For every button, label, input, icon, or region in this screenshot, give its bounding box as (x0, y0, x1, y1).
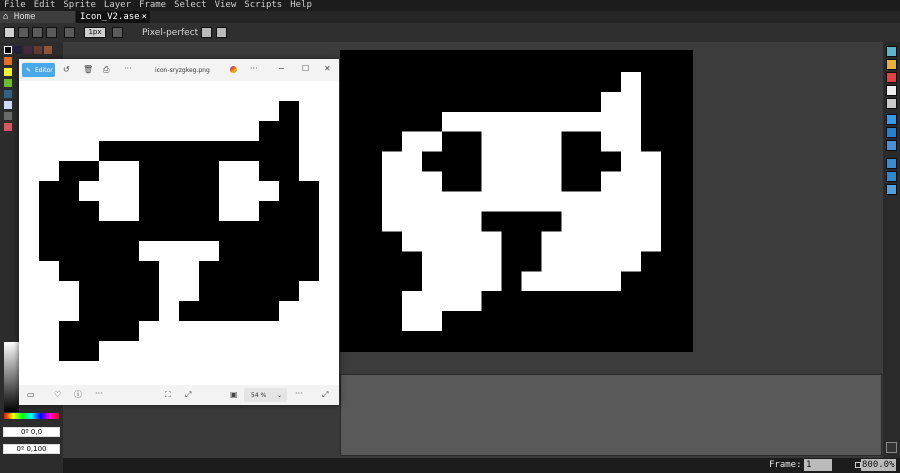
actual-size-icon[interactable]: ⤢ (185, 390, 191, 400)
contour-tool-icon[interactable] (886, 171, 897, 182)
bottom-more-icon[interactable]: ··· (95, 389, 103, 399)
print-icon[interactable]: ⎙ (103, 65, 109, 75)
palette-swatch[interactable] (44, 46, 52, 54)
eyedropper-tool-icon[interactable] (886, 85, 897, 96)
zoom-dropdown[interactable]: 54 % ⌄ (244, 388, 287, 402)
brush-size-field[interactable]: 1px (84, 27, 106, 38)
close-icon[interactable]: × (142, 11, 147, 23)
hue-slider[interactable] (4, 413, 59, 419)
maximize-icon[interactable]: ☐ (302, 64, 309, 74)
home-icon: ⌂ (3, 12, 9, 22)
tab-icon-v2-label: Icon_V2.ase (80, 12, 140, 22)
palette-swatch[interactable] (4, 57, 12, 65)
symmetry-button[interactable] (201, 27, 212, 38)
tab-home[interactable]: ⌂ Home (0, 11, 75, 23)
bucket-tool-icon[interactable] (886, 127, 897, 138)
menu-frame[interactable]: Frame (135, 0, 170, 11)
rect-marquee-tool-icon[interactable] (886, 46, 897, 57)
brush-plus-button[interactable] (18, 27, 29, 38)
menu-edit[interactable]: Edit (30, 0, 60, 11)
rotate-icon[interactable]: ↺ (63, 65, 70, 75)
sprite-canvas[interactable] (362, 52, 681, 351)
viewer-titlebar: ✎ Editor ↺ 🗑 ⎙ ··· icon-sryzgkeg.png ···… (19, 59, 339, 81)
eraser-tool-icon[interactable] (886, 72, 897, 83)
tab-icon-v2[interactable]: Icon_V2.ase × (76, 11, 150, 23)
palette-swatch[interactable] (4, 68, 12, 76)
palette-swatch[interactable] (4, 90, 12, 98)
blur-tool-icon[interactable] (886, 184, 897, 195)
zoom-field[interactable]: 800.0% (861, 459, 896, 471)
timeline-toggle-icon[interactable] (886, 442, 897, 453)
fg-color-field[interactable]: 0º 0,0 (3, 427, 60, 437)
zoom-tool-icon[interactable] (886, 98, 897, 109)
tools-panel (883, 42, 900, 473)
color-value-slider[interactable] (4, 342, 19, 412)
viewer-bottombar: ▭ ♡ ⓘ ··· ⛶ ⤢ ▣ 54 % ⌄ ··· ⤢ (19, 385, 339, 405)
rectangle-tool-icon[interactable] (886, 158, 897, 169)
minimize-icon[interactable]: − (278, 64, 285, 74)
fit-icon[interactable]: ⛶ (165, 390, 171, 400)
menu-sprite[interactable]: Sprite (59, 0, 100, 11)
menu-bar: File Edit Sprite Layer Frame Select View… (0, 0, 900, 11)
context-toolbar: 1px (0, 23, 900, 58)
menu-scripts[interactable]: Scripts (240, 0, 286, 11)
brush-square-button[interactable] (32, 27, 43, 38)
chevron-down-icon: ⌄ (277, 392, 283, 399)
viewer-filename: icon-sryzgkeg.png (155, 67, 210, 74)
zoom-level: 54 % (251, 392, 267, 399)
brush-line-button[interactable] (46, 27, 57, 38)
frame-label: Frame: (769, 460, 802, 470)
symmetry-options-button[interactable] (216, 27, 227, 38)
palette-swatch[interactable] (4, 101, 12, 109)
brush-pattern-button[interactable] (64, 27, 75, 38)
palette-swatch[interactable] (34, 46, 42, 54)
tab-home-label: Home (13, 12, 36, 22)
palette-swatch[interactable] (4, 46, 12, 54)
delete-icon[interactable]: 🗑 (83, 65, 93, 75)
pixel-perfect-label: Pixel-perfect (142, 28, 199, 38)
edit-icon: ✎ (26, 67, 32, 74)
palette-swatch[interactable] (14, 46, 22, 54)
move-tool-icon[interactable] (886, 114, 897, 125)
brush-circle-button[interactable] (4, 27, 15, 38)
bg-color-field[interactable]: 0º 0,100 (3, 444, 60, 454)
favorite-icon[interactable]: ♡ (54, 390, 61, 400)
viewer-image (19, 81, 339, 385)
palette-swatch[interactable] (4, 112, 12, 120)
menu-layer[interactable]: Layer (100, 0, 135, 11)
ink-button[interactable] (112, 27, 123, 38)
pencil-tool-icon[interactable] (886, 59, 897, 70)
close-window-icon[interactable]: ✕ (324, 64, 331, 74)
photo-viewer-window[interactable]: ✎ Editor ↺ 🗑 ⎙ ··· icon-sryzgkeg.png ···… (19, 59, 339, 405)
timeline-panel[interactable] (340, 374, 882, 456)
palette-swatch[interactable] (4, 79, 12, 87)
menu-help[interactable]: Help (286, 0, 316, 11)
palette-swatch[interactable] (4, 123, 12, 131)
menu-view[interactable]: View (211, 0, 241, 11)
titlebar-more-icon[interactable]: ··· (250, 64, 258, 74)
copilot-icon[interactable] (230, 66, 237, 73)
editor-button-label: Editor (35, 67, 53, 74)
frame-field[interactable]: 1 (804, 459, 832, 471)
editor-button[interactable]: ✎ Editor (22, 63, 55, 77)
filmstrip-icon[interactable]: ▭ (27, 390, 35, 400)
palette-swatch[interactable] (24, 46, 32, 54)
fullscreen-icon[interactable]: ⤢ (322, 390, 328, 400)
more-options-icon[interactable]: ··· (124, 64, 132, 74)
menu-select[interactable]: Select (170, 0, 211, 11)
slideshow-icon[interactable]: ▣ (230, 390, 238, 400)
menu-file[interactable]: File (0, 0, 30, 11)
tab-bar: ⌂ Home Icon_V2.ase × (0, 11, 900, 23)
info-icon[interactable]: ⓘ (74, 390, 82, 400)
zoom-more-icon[interactable]: ··· (295, 389, 303, 399)
line-tool-icon[interactable] (886, 140, 897, 151)
